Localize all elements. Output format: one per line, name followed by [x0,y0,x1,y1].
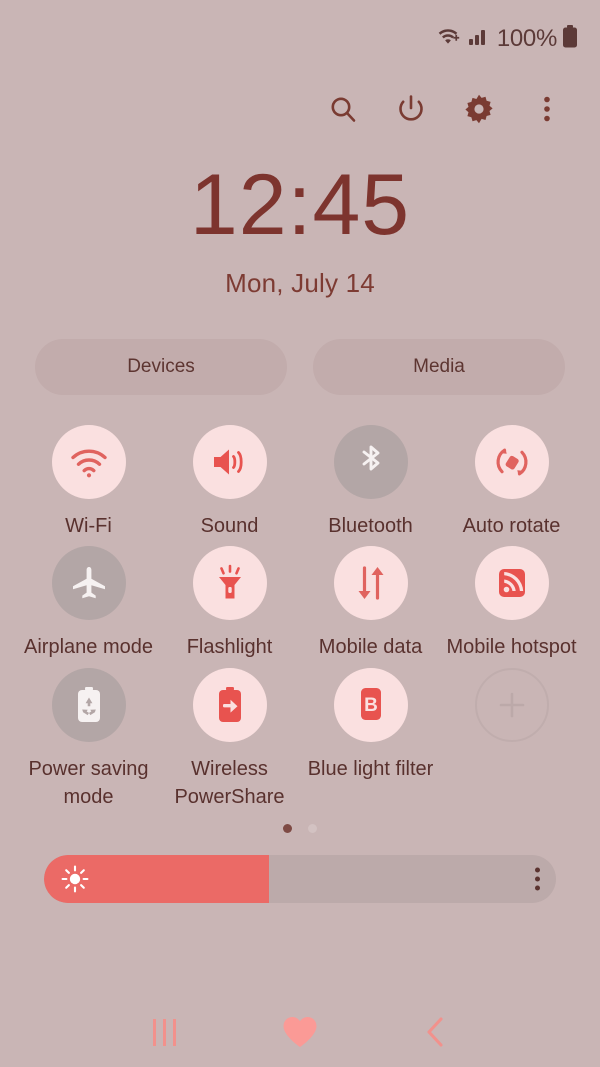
tile-label: Flashlight [186,636,273,659]
home-heart-icon[interactable] [274,1010,326,1054]
quick-panel-toolbar [0,78,600,140]
blue-light-filter-icon: B [333,667,408,742]
mobile-hotspot-icon [474,546,549,621]
auto-rotate-icon [474,425,549,499]
airplane-icon [51,546,126,621]
recents-icon[interactable] [138,1010,190,1054]
tile-label: Mobile hotspot [446,636,577,659]
tile-label: Wireless PowerShare [174,757,285,809]
overflow-menu-icon[interactable] [530,92,564,126]
quick-settings-grid: Wi-Fi Sound Bluetooth Auto rotate Airpla… [0,425,600,812]
brightness-slider[interactable] [44,854,556,903]
tile-auto-rotate[interactable]: Auto rotate [446,425,578,540]
status-icons: 100% [438,24,578,54]
wifi-plus-icon [438,26,464,53]
tile-bluetooth[interactable]: Bluetooth [305,425,437,540]
cellular-signal-icon [468,26,489,53]
clock-widget[interactable]: 12:45 Mon, July 14 [0,162,600,299]
media-button[interactable]: Media [313,339,565,395]
tile-add-button[interactable] [446,667,578,755]
clock-date: Mon, July 14 [225,268,375,298]
quick-settings-row: Airplane mode Flashlight Mobile data Mob… [18,546,582,661]
power-icon[interactable] [394,92,428,126]
clock-time: 12:45 [189,157,411,253]
tile-label: Auto rotate [462,515,561,537]
back-chevron-icon[interactable] [410,1010,462,1054]
tile-flashlight[interactable]: Flashlight [164,546,296,661]
tile-wireless-powershare[interactable]: Wireless PowerShare [164,667,296,812]
battery-percent-label: 100% [496,25,557,52]
tile-mobile-data[interactable]: Mobile data [305,546,437,661]
quick-settings-row: Power saving mode Wireless PowerShare B … [18,667,582,812]
status-bar: 100% [0,0,600,78]
tile-label: Blue light filter [307,757,434,780]
page-dot[interactable] [308,823,317,833]
tile-sound[interactable]: Sound [164,425,296,540]
tile-blue-light-filter[interactable]: B Blue light filter [305,667,437,783]
add-tile-icon [474,667,549,742]
tile-label: Wi-Fi [65,515,112,537]
wifi-icon [51,425,126,499]
tile-label: Bluetooth [328,515,413,537]
shortcut-buttons: Devices Media [0,339,600,395]
tile-label: Sound [200,515,259,537]
mobile-data-icon [333,546,408,621]
navigation-bar [0,997,600,1067]
tile-power-saving-mode[interactable]: Power saving mode [23,667,155,812]
power-saving-icon [51,667,126,742]
svg-text:B: B [364,695,378,716]
settings-gear-icon[interactable] [462,92,496,126]
page-dot-active[interactable] [283,823,292,833]
brightness-options-icon[interactable] [535,867,540,891]
tile-wifi[interactable]: Wi-Fi [23,425,155,540]
quick-settings-row: Wi-Fi Sound Bluetooth Auto rotate [18,425,582,540]
page-indicator [0,823,600,833]
wireless-powershare-icon [192,667,267,742]
tile-label: Mobile data [318,636,423,659]
brightness-sun-icon [60,864,90,894]
search-icon[interactable] [326,92,360,126]
flashlight-icon [192,546,267,621]
devices-button[interactable]: Devices [35,339,287,395]
tile-airplane-mode[interactable]: Airplane mode [23,546,155,661]
bluetooth-icon [333,425,408,499]
tile-label: Power saving mode [28,757,149,809]
battery-full-icon [562,24,578,54]
sound-icon [192,425,267,499]
tile-mobile-hotspot[interactable]: Mobile hotspot [446,546,578,661]
tile-label: Airplane mode [24,636,153,659]
